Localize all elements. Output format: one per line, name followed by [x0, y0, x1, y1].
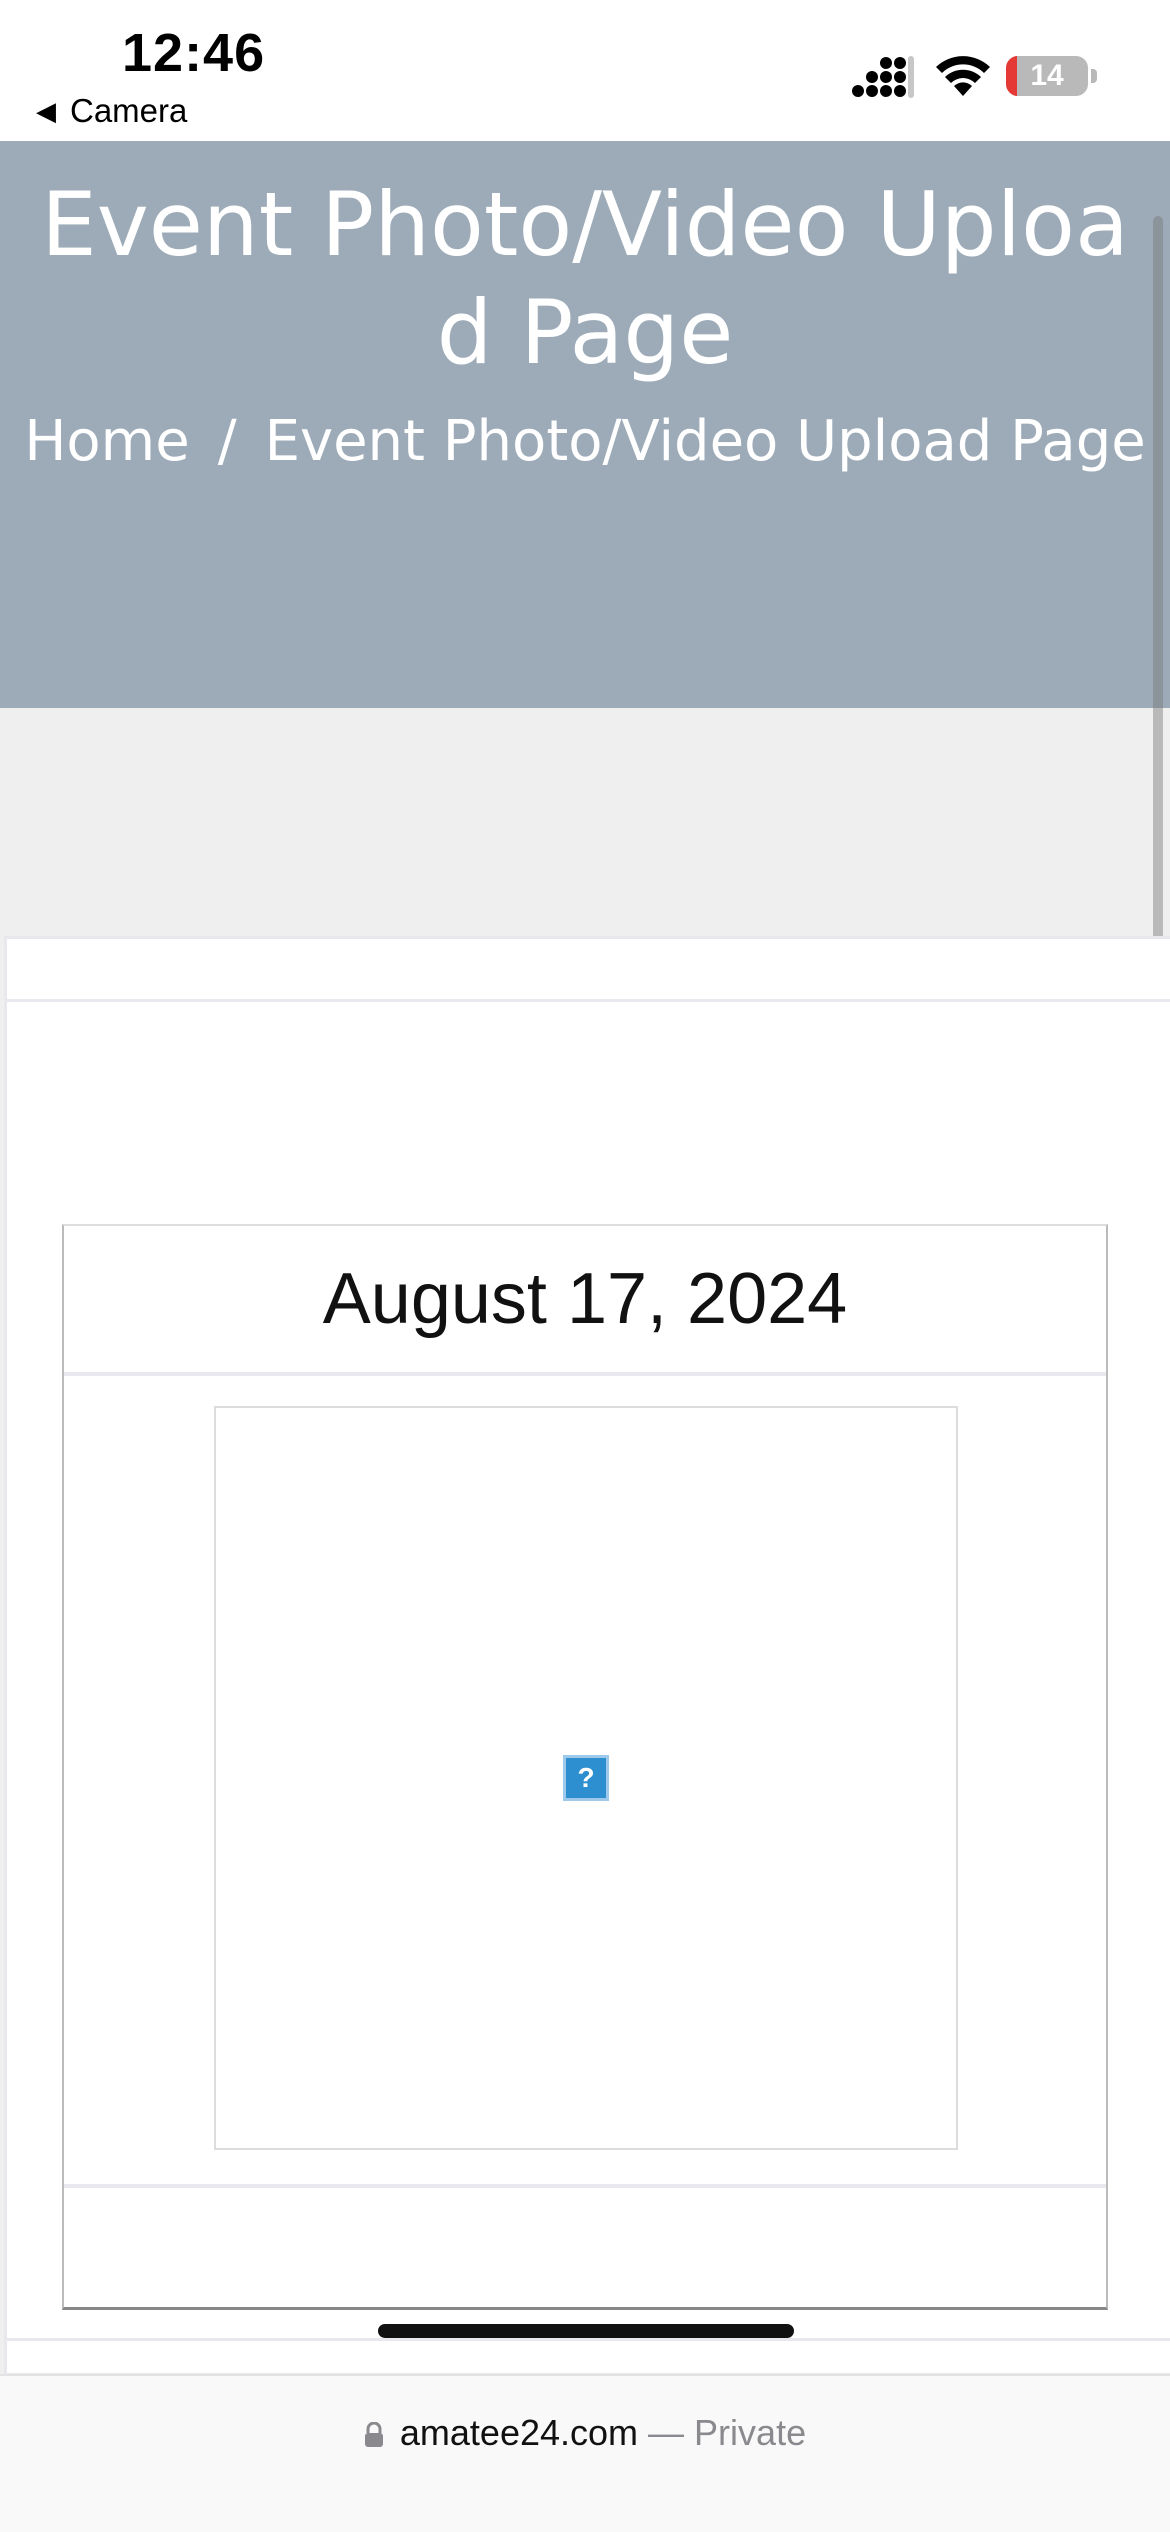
- back-label: Camera: [70, 92, 188, 129]
- broken-image-icon: ?: [563, 1755, 609, 1801]
- event-image-frame[interactable]: ?: [214, 1406, 958, 2150]
- breadcrumb: Home / Event Photo/Video Upload Page: [0, 409, 1170, 474]
- event-date: August 17, 2024: [64, 1226, 1106, 1376]
- lock-icon: [364, 2422, 383, 2448]
- breadcrumb-home-link[interactable]: Home: [24, 409, 189, 474]
- url-display[interactable]: amatee24.com — Private: [0, 2412, 1170, 2454]
- panel-divider: [7, 999, 1170, 1002]
- back-triangle-icon: ◀: [36, 95, 56, 126]
- breadcrumb-current: Event Photo/Video Upload Page: [264, 409, 1146, 474]
- cellular-signal-icon: [852, 56, 914, 98]
- event-card: August 17, 2024 ?: [62, 1224, 1108, 2310]
- private-mode-label: — Private: [648, 2412, 807, 2453]
- page-title: Event Photo/Video Upload Page: [41, 173, 1129, 384]
- battery-percent: 14: [1030, 59, 1064, 92]
- status-bar: 12:46 ◀ Camera 14: [0, 0, 1170, 141]
- url-domain: amatee24.com: [399, 2412, 639, 2453]
- battery-nub: [1091, 69, 1097, 83]
- battery-icon: 14: [1006, 56, 1088, 96]
- back-to-camera-link[interactable]: ◀ Camera: [36, 92, 187, 130]
- card-footer-divider: [64, 2184, 1106, 2188]
- wifi-icon: [936, 56, 990, 96]
- breadcrumb-separator: /: [217, 409, 237, 474]
- content-divider: [4, 2338, 1170, 2341]
- page-hero: Event Photo/Video Upload Page Home / Event…: [0, 141, 1170, 708]
- browser-address-bar[interactable]: amatee24.com — Private: [0, 2374, 1170, 2532]
- status-time: 12:46: [122, 23, 266, 83]
- home-indicator[interactable]: [378, 2324, 794, 2338]
